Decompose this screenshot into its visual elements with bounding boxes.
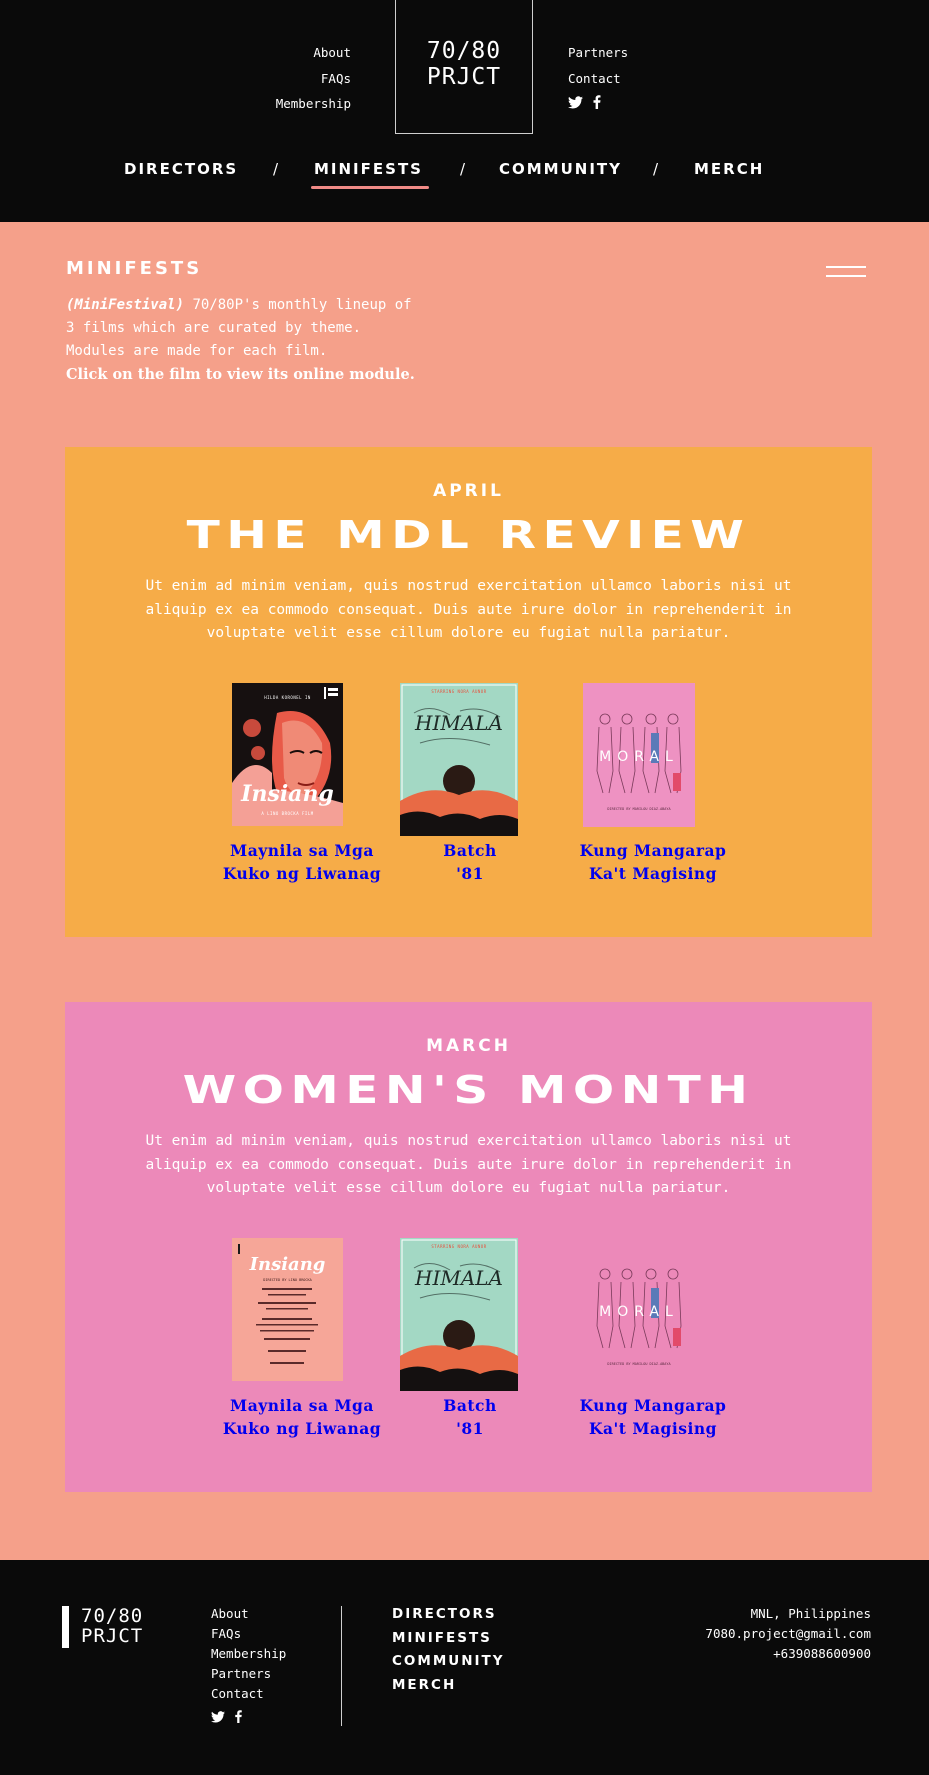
nav-link-faqs[interactable]: FAQs: [276, 66, 351, 92]
film-title-line: Ka't Magising: [589, 1419, 717, 1438]
film-title: Kung Mangarap Ka't Magising: [523, 1394, 783, 1440]
main-nav: DIRECTORS / MINIFESTS / COMMUNITY / MERC…: [0, 156, 929, 196]
footer-contact: MNL, Philippines 7080.project@gmail.com …: [705, 1604, 871, 1664]
site-footer: 70/80 PRJCT About FAQs Membership Partne…: [0, 1560, 929, 1775]
page-title: MINIFESTS: [66, 258, 203, 279]
film-title-line: Kung Mangarap: [579, 1396, 727, 1415]
facebook-icon[interactable]: [235, 1710, 242, 1723]
intro-text: 3 films which are curated by theme.: [66, 320, 362, 336]
film-poster: STARRING NORA AUNOR HIMALA: [400, 683, 518, 836]
twitter-icon[interactable]: [211, 1710, 225, 1723]
twitter-icon[interactable]: [568, 95, 583, 109]
logo-line-2: PRJCT: [426, 64, 502, 90]
film-poster: Insiang DIRECTED BY LINO BROCKA: [232, 1238, 343, 1381]
film-poster: STARRING NORA AUNOR HIMALA: [400, 1238, 518, 1391]
poster-credit: DIRECTED BY LINO BROCKA: [263, 1278, 312, 1282]
footer-link-faqs[interactable]: FAQs: [211, 1624, 286, 1644]
poster-credit: HILDA KORONEL IN: [264, 695, 311, 700]
nav-link-membership[interactable]: Membership: [276, 91, 351, 117]
film-title: Kung Mangarap Ka't Magising: [523, 839, 783, 885]
site-logo[interactable]: 70/80 PRJCT: [395, 0, 533, 134]
footer-divider: [341, 1606, 342, 1726]
film-poster: MORAL DIRECTED BY MARILOU DIAZ-ABAYA: [583, 683, 695, 827]
footer-nav-directors[interactable]: DIRECTORS: [392, 1603, 505, 1627]
social-links: [568, 95, 628, 109]
footer-links: About FAQs Membership Partners Contact: [211, 1604, 286, 1723]
site-header: About FAQs Membership 70/80 PRJCT Partne…: [0, 0, 929, 222]
poster-title: Insiang: [241, 781, 334, 807]
poster-title: MORAL: [599, 749, 679, 765]
menu-icon[interactable]: [826, 266, 866, 284]
nav-link-about[interactable]: About: [276, 40, 351, 66]
header-left-links: About FAQs Membership: [276, 40, 351, 117]
main-content: MINIFESTS (MiniFestival) 70/80P's monthl…: [0, 222, 929, 1560]
poster-credit: STARRING NORA AUNOR: [431, 1244, 487, 1249]
intro-emphasis: (MiniFestival): [66, 297, 185, 313]
footer-nav: DIRECTORS MINIFESTS COMMUNITY MERCH: [392, 1603, 505, 1697]
footer-link-membership[interactable]: Membership: [211, 1644, 286, 1664]
intro-cta: Click on the film to view its online mod…: [66, 366, 415, 383]
footer-link-partners[interactable]: Partners: [211, 1664, 286, 1684]
film-title-line: Ka't Magising: [589, 864, 717, 883]
poster-title: HIMALA: [415, 711, 503, 735]
facebook-icon[interactable]: [593, 95, 601, 109]
main-nav-community[interactable]: COMMUNITY: [499, 160, 622, 178]
nav-link-contact[interactable]: Contact: [568, 66, 628, 92]
section-theme: THE MDL REVIEW: [186, 513, 751, 557]
poster-credit: DIRECTED BY MARILOU DIAZ-ABAYA: [607, 807, 671, 811]
footer-social-links: [211, 1710, 286, 1723]
footer-logo[interactable]: 70/80 PRJCT: [62, 1606, 143, 1648]
logo-bar: [62, 1606, 69, 1648]
footer-nav-community[interactable]: COMMUNITY: [392, 1650, 505, 1674]
section-theme: WOMEN'S MONTH: [182, 1068, 755, 1112]
section-description: Ut enim ad minim veniam, quis nostrud ex…: [145, 578, 792, 641]
nav-separator: /: [273, 160, 281, 178]
header-right-links: Partners Contact: [568, 40, 628, 109]
active-nav-underline: [311, 186, 429, 189]
poster-tagline: A LINO BROCKA FILM: [261, 811, 314, 816]
footer-link-contact[interactable]: Contact: [211, 1684, 286, 1704]
film-poster: MORAL DIRECTED BY MARILOU DIAZ-ABAYA: [583, 1238, 695, 1382]
nav-separator: /: [653, 160, 661, 178]
footer-logo-text: 70/80 PRJCT: [81, 1606, 143, 1648]
logo-line-2: PRJCT: [81, 1625, 144, 1647]
page-intro: (MiniFestival) 70/80P's monthly lineup o…: [66, 294, 466, 387]
contact-location: MNL, Philippines: [750, 1606, 871, 1621]
footer-link-about[interactable]: About: [211, 1604, 286, 1624]
film-title-line: Kung Mangarap: [579, 841, 727, 860]
poster-title: Insiang: [249, 1254, 326, 1275]
film-poster: HILDA KORONEL IN Insiang A LINO BROCKA F…: [232, 683, 343, 826]
intro-text: Modules are made for each film.: [66, 343, 328, 359]
poster-credit: DIRECTED BY MARILOU DIAZ-ABAYA: [607, 1362, 671, 1366]
minifest-section-april: APRIL THE MDL REVIEW Ut enim ad minim ve…: [65, 447, 872, 937]
logo-line-1: 70/80: [426, 38, 502, 64]
nav-separator: /: [460, 160, 468, 178]
main-nav-minifests[interactable]: MINIFESTS: [314, 160, 423, 178]
minifest-section-march: MARCH WOMEN'S MONTH Ut enim ad minim ven…: [65, 1002, 872, 1492]
main-nav-directors[interactable]: DIRECTORS: [124, 160, 238, 178]
contact-email[interactable]: 7080.project@gmail.com: [705, 1624, 871, 1644]
poster-title: MORAL: [599, 1304, 679, 1320]
footer-nav-minifests[interactable]: MINIFESTS: [392, 1627, 505, 1651]
section-description: Ut enim ad minim veniam, quis nostrud ex…: [145, 1133, 792, 1196]
contact-phone[interactable]: +639088600900: [705, 1644, 871, 1664]
main-nav-merch[interactable]: MERCH: [694, 160, 764, 178]
poster-title: HIMALA: [415, 1266, 503, 1290]
footer-nav-merch[interactable]: MERCH: [392, 1674, 505, 1698]
section-month: APRIL: [433, 481, 504, 501]
poster-credit: STARRING NORA AUNOR: [431, 689, 487, 694]
section-month: MARCH: [426, 1036, 511, 1056]
nav-link-partners[interactable]: Partners: [568, 40, 628, 66]
logo-line-1: 70/80: [81, 1605, 144, 1627]
intro-text: 70/80P's monthly lineup of: [184, 297, 412, 313]
